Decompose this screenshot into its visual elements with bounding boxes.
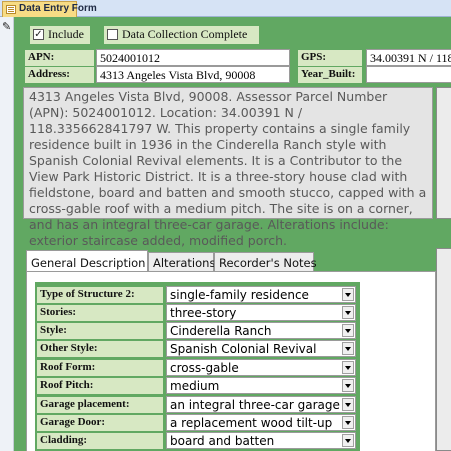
type-of-structure-label: Type of Structure 2: [37,287,163,303]
roof-pitch-value: medium [170,379,220,393]
include-label: Include [48,27,84,41]
tab-general-description[interactable]: General Description [26,250,148,272]
style-label: Style: [37,323,163,339]
property-description-textarea[interactable]: 4313 Angeles Vista Blvd, 90008. Assessor… [23,87,433,248]
year-built-label: Year_Built: [298,67,362,83]
other-style-combo[interactable]: Spanish Colonial Revival [166,340,356,357]
include-checkbox[interactable]: ✓ [33,29,44,40]
side-panel [436,87,451,219]
roof-pitch-combo[interactable]: medium [166,377,356,394]
garage-door-combo[interactable]: a replacement wood tilt-up [166,414,356,431]
roof-form-value: cross-gable [170,361,239,375]
tab-alterations[interactable]: Alterations [148,252,215,272]
garage-placement-combo[interactable]: an integral three-car garage [166,396,356,413]
stories-label: Stories: [37,305,163,321]
data-complete-checkbox-group[interactable]: Data Collection Complete [104,26,259,44]
stories-combo[interactable]: three-story [166,304,356,321]
garage-placement-value: an integral three-car garage [170,398,340,412]
dropdown-arrow-icon[interactable] [342,324,354,337]
tab-recorders-notes[interactable]: Recorder's Notes [214,252,317,272]
dropdown-arrow-icon[interactable] [342,361,354,374]
other-style-label: Other Style: [37,341,163,357]
dropdown-arrow-icon[interactable] [342,379,354,392]
other-style-value: Spanish Colonial Revival [170,342,317,356]
dropdown-arrow-icon[interactable] [342,342,354,355]
style-value: Cinderella Ranch [170,324,272,338]
roof-form-label: Roof Form: [37,360,163,376]
dropdown-arrow-icon[interactable] [342,416,354,429]
dropdown-arrow-icon[interactable] [342,398,354,411]
apn-label: APN: [25,50,94,66]
document-tab-bar: Data Entry Form [0,0,451,17]
form-tab-title: Data Entry Form [19,3,97,14]
data-complete-checkbox[interactable] [107,29,118,40]
address-label: Address: [25,67,94,83]
garage-placement-label: Garage placement: [37,397,163,413]
form-document-tab[interactable]: Data Entry Form [2,1,97,17]
apn-field[interactable]: 5024001012 [96,49,290,66]
type-of-structure-combo[interactable]: single-family residence [166,286,356,303]
dropdown-arrow-icon[interactable] [342,434,354,447]
year-built-field[interactable] [366,66,451,83]
side-panel-lower [436,248,451,451]
stories-value: three-story [170,306,237,320]
gps-label: GPS: [298,50,362,66]
style-combo[interactable]: Cinderella Ranch [166,322,356,339]
address-field[interactable]: 4313 Angeles Vista Blvd, 90008 [96,66,290,83]
roof-form-combo[interactable]: cross-gable [166,359,356,376]
dropdown-arrow-icon[interactable] [342,288,354,301]
record-selector[interactable] [0,17,14,451]
form-icon [6,5,16,14]
cladding-combo[interactable]: board and batten [166,432,356,449]
dropdown-arrow-icon[interactable] [342,306,354,319]
roof-pitch-label: Roof Pitch: [37,378,163,394]
garage-door-label: Garage Door: [37,415,163,431]
garage-door-value: a replacement wood tilt-up [170,416,333,430]
tab-strip: General Description Alterations Recorder… [26,250,436,272]
cladding-label: Cladding: [37,433,163,449]
edit-pencil-icon: ✎ [2,20,12,33]
cladding-value: board and batten [170,434,275,448]
type-of-structure-value: single-family residence [170,288,309,302]
data-complete-label: Data Collection Complete [122,27,248,41]
gps-field[interactable]: 34.00391 N / 118 [366,49,451,66]
include-checkbox-group[interactable]: ✓ Include [30,26,90,44]
